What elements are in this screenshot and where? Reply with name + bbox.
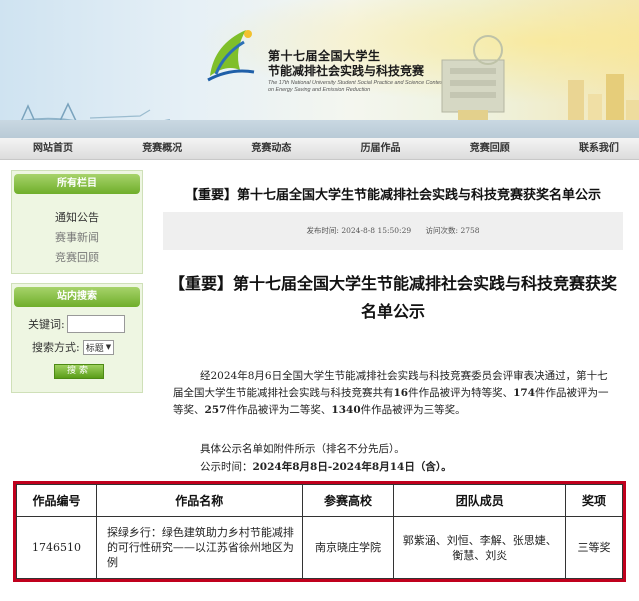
attachment-note: 具体公示名单如附件所示（排名不分先后）。 <box>200 443 405 455</box>
sidebar-columns-title: 所有栏目 <box>14 174 140 194</box>
header-work-name: 作品名称 <box>95 484 303 517</box>
para-text-5: 件作品被评为三等奖。 <box>360 404 466 416</box>
table-header-row: 作品编号 作品名称 参赛高校 团队成员 奖项 <box>16 484 623 517</box>
cell-school: 南京晓庄学院 <box>301 516 395 579</box>
sidebar-search-title: 站内搜索 <box>14 287 140 307</box>
article-header: 【重要】第十七届全国大学生节能减排社会实践与科技竞赛获奖名单公示 <box>184 188 601 203</box>
count-third: 1340 <box>331 404 361 416</box>
building-illustration <box>441 35 505 122</box>
para-text-2: 件作品被评为特等奖、 <box>408 387 514 399</box>
chevron-down-icon: ▼ <box>105 343 112 351</box>
article-meta: 发布时间: 2024-8-8 15:50:29 访问次数: 2758 <box>163 212 623 250</box>
sidebar-columns: 所有栏目 通知公告 赛事新闻 竞赛回顾 <box>11 170 143 274</box>
visit-info: 访问次数: 2758 <box>426 226 480 235</box>
header-award: 奖项 <box>565 484 623 517</box>
search-method-value: 标题 <box>85 343 104 354</box>
keyword-input[interactable] <box>66 315 125 333</box>
cell-work-name: 探绿乡行：绿色建筑助力乡村节能减排的可行性研究——以江苏省徐州地区为例 <box>95 516 303 579</box>
keyword-row: 关键词: <box>28 315 125 333</box>
count-first: 174 <box>513 387 536 399</box>
contest-logo-icon <box>207 30 255 82</box>
count-second: 257 <box>204 404 227 416</box>
publish-info: 发布时间: 2024-8-8 15:50:29 <box>306 226 411 235</box>
sidebar-search: 站内搜索 关键词: 搜索方式: 标题 ▼ 搜索 <box>11 283 143 393</box>
main-nav: 网站首页 竞赛概况 竞赛动态 历届作品 竞赛回顾 联系我们 <box>0 138 639 160</box>
award-table: 作品编号 作品名称 参赛高校 团队成员 奖项 1746510 探绿乡行：绿色建筑… <box>16 484 623 579</box>
cell-members: 郭紫涵、刘恒、李解、张思婕、衡慧、刘炎 <box>393 516 567 579</box>
sidebar-item-news[interactable]: 赛事新闻 <box>12 228 142 248</box>
banner-english-title: The 17th National University Student Soc… <box>268 80 445 93</box>
header-members: 团队成员 <box>393 484 567 517</box>
sidebar-item-notices[interactable]: 通知公告 <box>12 208 142 228</box>
nav-home[interactable]: 网站首页 <box>33 138 73 159</box>
cell-work-id: 1746510 <box>16 516 97 579</box>
publish-time: 2024-8-8 15:50:29 <box>341 226 412 235</box>
nav-overview[interactable]: 竞赛概况 <box>142 138 182 159</box>
search-method-label: 搜索方式: <box>32 341 80 354</box>
visits-label: 访问次数: <box>425 226 459 235</box>
nav-review[interactable]: 竞赛回顾 <box>470 138 510 159</box>
award-table-highlight: 作品编号 作品名称 参赛高校 团队成员 奖项 1746510 探绿乡行：绿色建筑… <box>13 481 626 582</box>
article-title: 【重要】第十七届全国大学生节能减排社会实践与科技竞赛获奖名单公示 <box>168 274 617 321</box>
banner-ground <box>0 120 639 138</box>
sidebar-item-review[interactable]: 竞赛回顾 <box>12 248 142 268</box>
header-school: 参赛高校 <box>301 484 395 517</box>
header-work-id: 作品编号 <box>16 484 97 517</box>
nav-contact[interactable]: 联系我们 <box>579 138 619 159</box>
search-button[interactable]: 搜索 <box>54 364 104 379</box>
banner-title-line2: 节能减排社会实践与科技竞赛 <box>268 64 425 78</box>
site-banner: 第十七届全国大学生 节能减排社会实践与科技竞赛 The 17th Nationa… <box>0 0 639 138</box>
search-method-row: 搜索方式: 标题 ▼ <box>32 339 115 355</box>
publish-label: 发布时间: <box>306 226 339 235</box>
article-paragraph: 经2024年8月6日全国大学生节能减排社会实践与科技竞赛委员会评审表决通过，第十… <box>173 368 617 419</box>
cell-award: 三等奖 <box>565 516 623 579</box>
period-value: 2024年8月8日-2024年8月14日（含）。 <box>252 461 452 473</box>
search-method-select[interactable]: 标题 ▼ <box>82 339 115 355</box>
nav-news[interactable]: 竞赛动态 <box>251 138 291 159</box>
visit-count: 2758 <box>460 226 480 235</box>
sidebar-column-list: 通知公告 赛事新闻 竞赛回顾 <box>12 208 142 268</box>
publicity-period: 公示时间：2024年8月8日-2024年8月14日（含）。 <box>200 459 452 474</box>
period-label: 公示时间： <box>200 461 253 473</box>
nav-past-works[interactable]: 历届作品 <box>361 138 401 159</box>
para-text-4: 件作品被评为二等奖、 <box>226 404 332 416</box>
table-row: 1746510 探绿乡行：绿色建筑助力乡村节能减排的可行性研究——以江苏省徐州地… <box>16 516 623 579</box>
keyword-label: 关键词: <box>28 318 65 331</box>
count-special: 16 <box>393 387 409 399</box>
